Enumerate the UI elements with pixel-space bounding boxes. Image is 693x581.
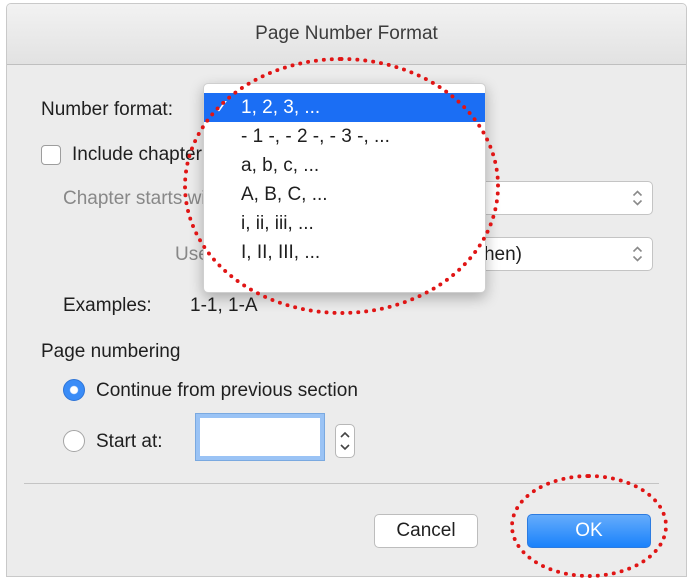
examples-label: Examples: [63,295,152,316]
menu-item-label: i, ii, iii, ... [241,213,314,234]
menu-item-label: a, b, c, ... [241,155,320,176]
page-numbering-label: Page numbering [41,341,181,362]
checkmark-icon: ✓ [214,97,230,118]
menu-item-lowercase-letters[interactable]: a, b, c, ... [204,151,485,180]
menu-item-uppercase-letters[interactable]: A, B, C, ... [204,180,485,209]
start-at-input[interactable] [195,413,325,461]
button-separator [24,483,659,484]
include-chapter-checkbox[interactable] [41,145,61,165]
start-at-label[interactable]: Start at: [96,431,163,453]
menu-item-label: I, II, III, ... [241,242,321,263]
start-at-radio[interactable] [63,430,85,452]
stepper-icon [340,431,350,451]
continue-label[interactable]: Continue from previous section [96,380,358,402]
menu-item-label: 1, 2, 3, ... [241,97,321,118]
menu-item-label: - 1 -, - 2 -, - 3 -, ... [241,126,390,147]
menu-item-arabic[interactable]: ✓ 1, 2, 3, ... [204,93,485,122]
dialog-title: Page Number Format [7,4,686,65]
start-at-stepper[interactable] [335,424,355,458]
number-format-label: Number format: [41,99,173,120]
ok-button[interactable]: OK [527,514,651,548]
menu-item-dashed-arabic[interactable]: - 1 -, - 2 -, - 3 -, ... [204,122,485,151]
menu-item-label: A, B, C, ... [241,184,328,205]
cancel-button[interactable]: Cancel [374,514,478,548]
menu-item-lowercase-roman[interactable]: i, ii, iii, ... [204,209,485,238]
chevron-up-down-icon [632,190,643,206]
examples-value: 1-1, 1-A [190,295,258,316]
number-format-menu: ✓ 1, 2, 3, ... - 1 -, - 2 -, - 3 -, ... … [203,83,486,293]
chevron-up-down-icon [632,246,643,262]
continue-radio[interactable] [63,379,85,401]
menu-item-uppercase-roman[interactable]: I, II, III, ... [204,238,485,267]
